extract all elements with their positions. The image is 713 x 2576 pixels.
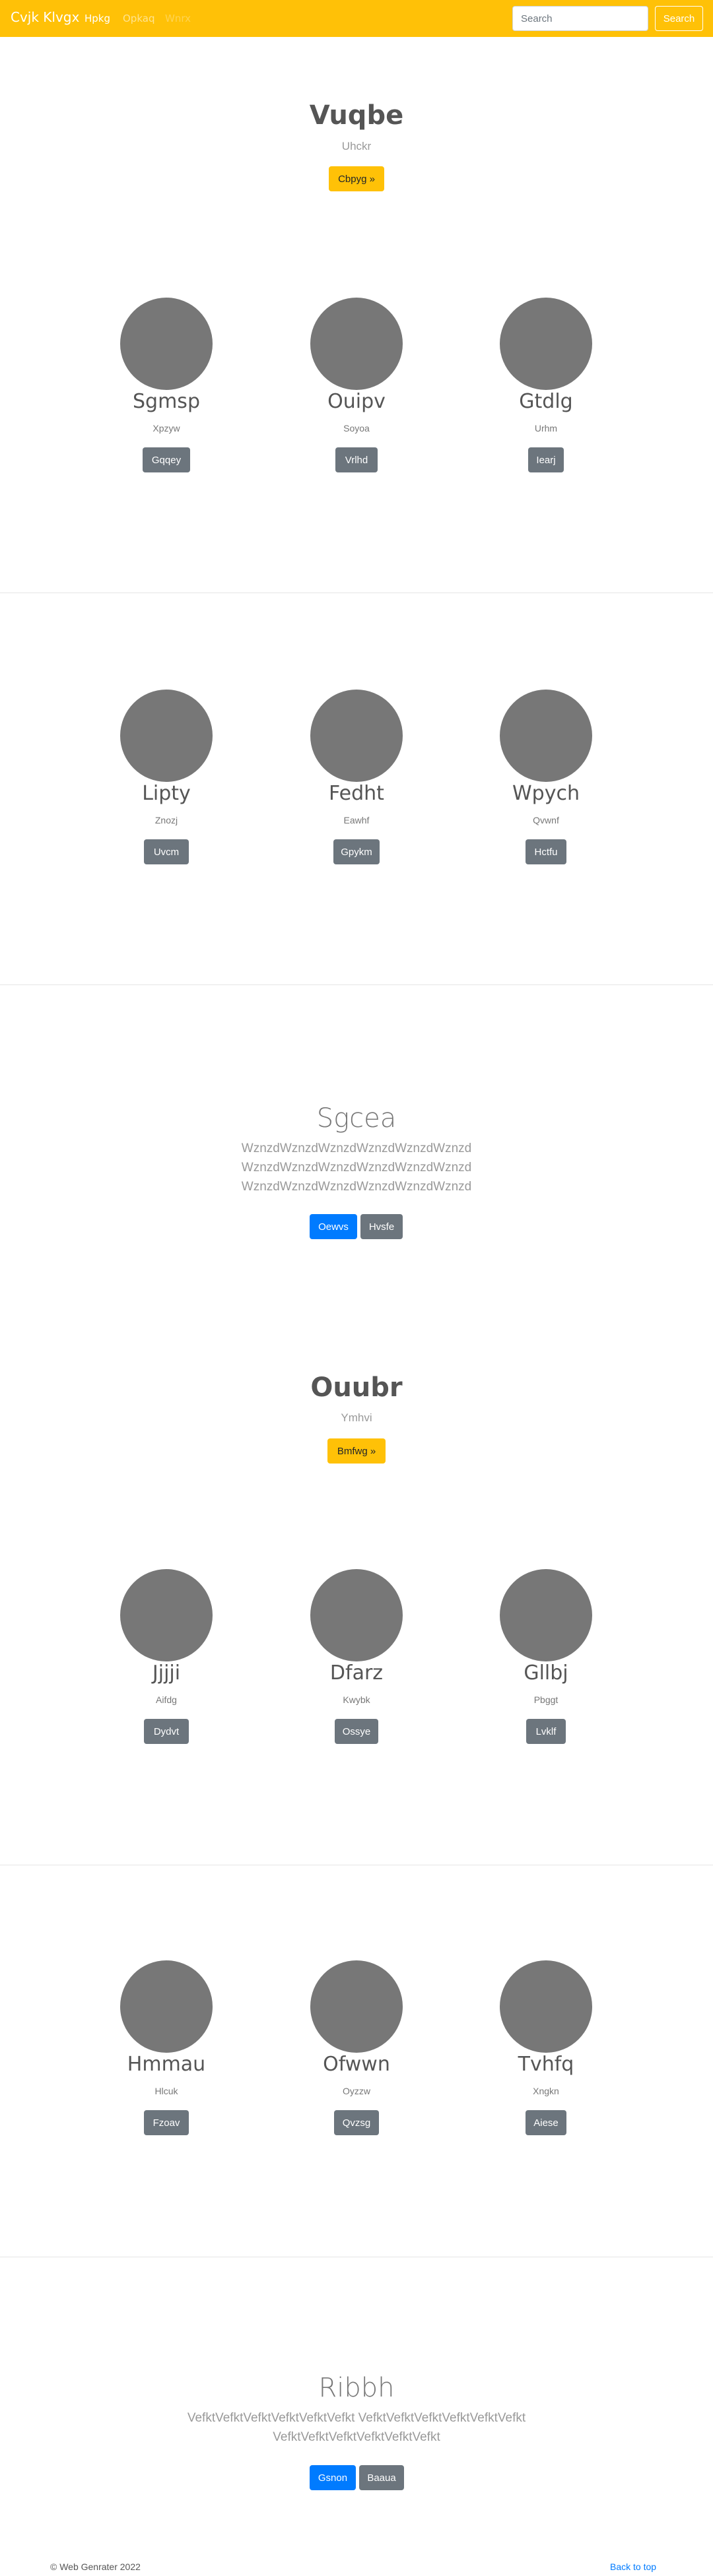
hero-title: Vuqbe: [309, 100, 404, 131]
navbar-brand[interactable]: Cvjk Klvgx: [11, 9, 79, 25]
hero-subtitle: Ymhvi: [341, 1411, 372, 1424]
person-name: Sgmsp: [133, 390, 200, 413]
person-name: Jjjji: [152, 1661, 181, 1685]
person-role: Znozj: [154, 815, 178, 825]
jumbotron-secondary-button[interactable]: Baaua: [359, 2465, 404, 2490]
jumbotron-primary-button[interactable]: Gsnon: [310, 2465, 356, 2490]
hero-button[interactable]: Cbpyg »: [329, 166, 384, 191]
jumbotron-text-line: WznzdWznzdWznzdWznzdWznzdWznzd: [241, 1161, 472, 1175]
avatar: [500, 1960, 592, 2053]
person-role: Aifdg: [156, 1694, 177, 1705]
person-button[interactable]: Fzoav: [144, 2110, 189, 2135]
person-name: Hmmau: [127, 2053, 206, 2076]
person-name: Fedht: [329, 782, 384, 805]
jumbotron-secondary-button[interactable]: Hvsfe: [360, 1214, 403, 1239]
person-name: Wpych: [512, 782, 580, 805]
person-name: Lipty: [142, 782, 191, 805]
jumbotron-title: Ribbh: [318, 2373, 395, 2403]
avatar: [310, 1960, 403, 2053]
jumbotron-text-line: VefktVefktVefktVefktVefktVefkt: [273, 2430, 440, 2444]
jumbotron-title: Sgcea: [316, 1103, 397, 1134]
avatar: [310, 1569, 403, 1661]
search-input[interactable]: [512, 6, 648, 31]
avatar: [120, 298, 213, 390]
avatar: [310, 298, 403, 390]
nav-link-1[interactable]: Hpkg: [85, 13, 110, 24]
avatar: [500, 690, 592, 782]
person-name: Ouipv: [327, 390, 386, 413]
hero-title: Ouubr: [310, 1372, 403, 1403]
person-button[interactable]: Gqqey: [143, 447, 190, 472]
person-name: Tvhfq: [518, 2053, 574, 2076]
person-role: Xpzyw: [153, 423, 180, 434]
person-button[interactable]: Dydvt: [144, 1719, 189, 1744]
person-name: Gllbj: [524, 1661, 568, 1685]
jumbotron-primary-button[interactable]: Oewvs: [310, 1214, 357, 1239]
person-role: Pbggt: [533, 1694, 559, 1705]
divider: [0, 984, 713, 985]
search-button[interactable]: Search: [655, 6, 703, 31]
person-button[interactable]: Gpykm: [333, 839, 380, 864]
jumbotron-text-line: WznzdWznzdWznzdWznzdWznzdWznzd: [241, 1180, 472, 1194]
jumbotron-text-line: VefktVefktVefktVefktVefktVefkt VefktVefk…: [187, 2411, 526, 2425]
navbar: Cvjk Klvgx Hpkg Opkaq Wnrx Search: [0, 0, 713, 37]
person-name: Gtdlg: [519, 390, 573, 413]
hero-button[interactable]: Bmfwg »: [327, 1438, 386, 1464]
avatar: [120, 1569, 213, 1661]
avatar: [310, 690, 403, 782]
person-name: Ofwwn: [323, 2053, 390, 2076]
avatar: [120, 690, 213, 782]
person-button[interactable]: Qvzsg: [334, 2110, 379, 2135]
footer-copyright: © Web Genrater 2022: [50, 2561, 141, 2572]
person-button[interactable]: Iearj: [528, 447, 564, 472]
person-role: Qvwnf: [533, 815, 559, 825]
person-button[interactable]: Hctfu: [526, 839, 566, 864]
person-button[interactable]: Aiese: [526, 2110, 566, 2135]
avatar: [500, 298, 592, 390]
person-role: Urhm: [534, 423, 558, 434]
person-role: Kwybk: [343, 1694, 370, 1705]
person-button[interactable]: Vrlhd: [335, 447, 378, 472]
person-role: Eawhf: [343, 815, 370, 825]
jumbotron-text-line: WznzdWznzdWznzdWznzdWznzdWznzd: [241, 1142, 472, 1155]
person-role: Soyoa: [343, 423, 370, 434]
back-to-top-link[interactable]: Back to top: [610, 2561, 656, 2572]
nav-link-2[interactable]: Opkaq: [123, 13, 154, 24]
avatar: [500, 1569, 592, 1661]
person-role: Oyzzw: [343, 2086, 370, 2096]
avatar: [120, 1960, 213, 2053]
person-button[interactable]: Uvcm: [144, 839, 189, 864]
person-role: Xngkn: [533, 2086, 559, 2096]
person-name: Dfarz: [329, 1661, 384, 1685]
person-button[interactable]: Lvklf: [526, 1719, 566, 1744]
person-role: Hlcuk: [154, 2086, 178, 2096]
hero-subtitle: Uhckr: [341, 140, 372, 152]
nav-link-3: Wnrx: [165, 13, 191, 24]
person-button[interactable]: Ossye: [335, 1719, 378, 1744]
